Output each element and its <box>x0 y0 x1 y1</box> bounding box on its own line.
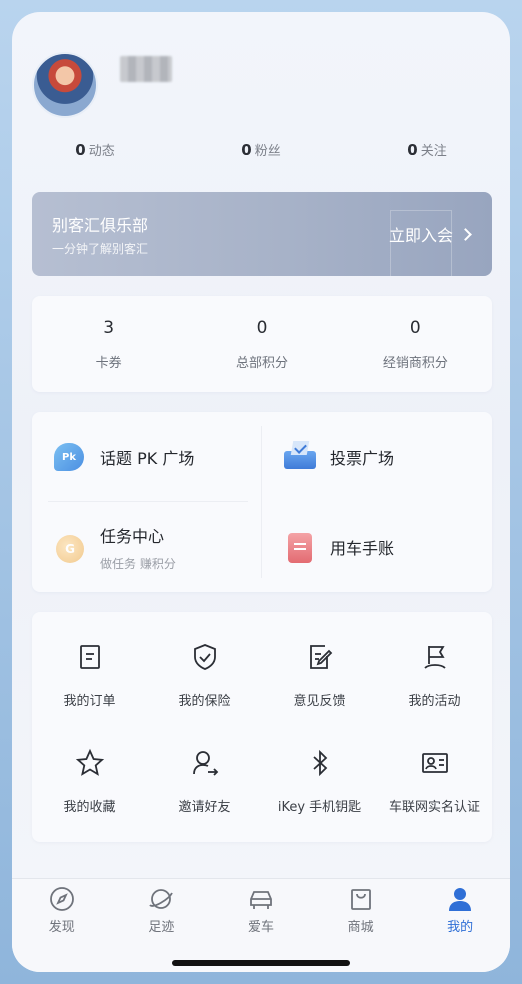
bluetooth-icon <box>312 749 327 777</box>
points-hq[interactable]: 0 总部积分 <box>185 296 338 392</box>
ikey-phone-key[interactable]: iKey 手机钥匙 <box>262 738 377 828</box>
my-insurance[interactable]: 我的保险 <box>147 632 262 722</box>
pk-badge: Pk <box>54 443 84 471</box>
profile-stats: 0 动态 0 粉丝 0 关注 <box>12 140 510 164</box>
service-label: 车联网实名认证 <box>388 800 480 815</box>
stat-value: 0 <box>75 141 86 159</box>
plaza-card: Pk 话题 PK 广场 投票广场 G 任务中心 做任务 赚积分 用车手账 <box>32 412 492 592</box>
services-card: 我的订单 我的保险 意见反馈 我的活动 我的收藏 邀请好友 iKey 手机钥匙 … <box>32 612 492 842</box>
points-label: 总部积分 <box>235 356 288 371</box>
tab-mine[interactable]: 我的 <box>410 879 510 972</box>
stat-label: 粉丝 <box>254 144 281 159</box>
car-notebook-icon <box>282 529 318 565</box>
tab-label: 发现 <box>48 920 75 935</box>
car-notebook[interactable]: 用车手账 <box>262 502 492 592</box>
stat-value: 0 <box>407 141 418 159</box>
insurance-shield-icon <box>193 644 216 670</box>
user-icon <box>449 888 472 911</box>
tab-label: 我的 <box>447 920 474 935</box>
points-value: 0 <box>256 318 268 338</box>
points-coupons[interactable]: 3 卡券 <box>32 296 185 392</box>
star-icon <box>75 748 104 776</box>
feedback-icon <box>309 645 332 669</box>
invite-friends[interactable]: 邀请好友 <box>147 738 262 828</box>
task-icon: G <box>52 529 88 565</box>
tab-label: 足迹 <box>148 920 175 935</box>
plaza-title: 任务中心 <box>100 526 165 546</box>
feedback[interactable]: 意见反馈 <box>262 632 377 722</box>
service-label: 我的活动 <box>408 694 461 709</box>
stat-label: 关注 <box>420 144 447 159</box>
device-frame: 0 动态 0 粉丝 0 关注 别客汇俱乐部 一分钟了解别客汇 立即入会 3 卡券 0 <box>0 0 522 984</box>
plaza-title: 投票广场 <box>330 449 395 468</box>
home-indicator[interactable] <box>172 960 350 966</box>
stat-label: 动态 <box>88 144 115 159</box>
topic-pk-plaza[interactable]: Pk 话题 PK 广场 <box>32 412 262 502</box>
activity-flag-icon <box>423 646 446 669</box>
points-value: 3 <box>103 318 115 338</box>
service-label: 我的订单 <box>63 694 116 709</box>
my-orders[interactable]: 我的订单 <box>32 632 147 722</box>
chevron-right-icon <box>459 227 472 241</box>
profile-screen: 0 动态 0 粉丝 0 关注 别客汇俱乐部 一分钟了解别客汇 立即入会 3 卡券 0 <box>12 12 510 972</box>
pk-icon: Pk <box>52 439 88 475</box>
stat-followers[interactable]: 0 粉丝 <box>178 140 344 164</box>
order-icon <box>79 645 100 669</box>
username-blurred <box>120 56 172 82</box>
service-label: 邀请好友 <box>178 800 231 815</box>
compass-icon <box>49 887 74 911</box>
stat-value: 0 <box>241 141 252 159</box>
plaza-title: 话题 PK 广场 <box>100 449 195 468</box>
vote-icon <box>282 439 318 475</box>
tab-mall[interactable]: 商城 <box>311 879 411 972</box>
club-subtitle: 一分钟了解别客汇 <box>52 242 149 256</box>
points-card: 3 卡券 0 总部积分 0 经销商积分 <box>32 296 492 392</box>
service-label: 意见反馈 <box>293 694 346 709</box>
service-label: 我的保险 <box>178 694 231 709</box>
service-label: iKey 手机钥匙 <box>277 800 362 815</box>
points-label: 经销商积分 <box>382 356 448 371</box>
points-dealer[interactable]: 0 经销商积分 <box>339 296 492 392</box>
tab-footprints[interactable]: 足迹 <box>112 879 212 972</box>
plaza-subtitle: 做任务 赚积分 <box>100 556 176 571</box>
stat-posts[interactable]: 0 动态 <box>12 140 178 164</box>
planet-icon <box>149 889 174 909</box>
service-label: 我的收藏 <box>63 800 116 815</box>
tab-my-car[interactable]: 爱车 <box>211 879 311 972</box>
bottom-tab-bar: 发现 足迹 爱车 商城 我的 <box>12 878 510 972</box>
points-label: 卡券 <box>95 356 122 371</box>
task-badge: G <box>56 535 84 563</box>
my-favorites[interactable]: 我的收藏 <box>32 738 147 828</box>
avatar[interactable] <box>32 52 98 118</box>
tab-discover[interactable]: 发现 <box>12 879 112 972</box>
invite-user-icon <box>192 751 218 776</box>
car-icon <box>250 891 272 909</box>
tab-label: 商城 <box>347 920 374 935</box>
tab-label: 爱车 <box>247 920 274 935</box>
stat-following[interactable]: 0 关注 <box>344 140 510 164</box>
club-banner[interactable]: 别客汇俱乐部 一分钟了解别客汇 立即入会 <box>32 192 492 276</box>
id-card-icon <box>421 753 448 773</box>
club-title: 别客汇俱乐部 <box>52 216 149 235</box>
telematics-verification[interactable]: 车联网实名认证 <box>377 738 492 828</box>
plaza-title: 用车手账 <box>330 539 395 558</box>
join-club-button[interactable]: 立即入会 <box>388 222 472 246</box>
points-value: 0 <box>409 318 421 338</box>
shopping-bag-icon <box>350 889 371 910</box>
task-center[interactable]: G 任务中心 做任务 赚积分 <box>32 502 262 592</box>
join-club-label: 立即入会 <box>388 226 453 245</box>
vote-plaza[interactable]: 投票广场 <box>262 412 492 502</box>
my-activities[interactable]: 我的活动 <box>377 632 492 722</box>
